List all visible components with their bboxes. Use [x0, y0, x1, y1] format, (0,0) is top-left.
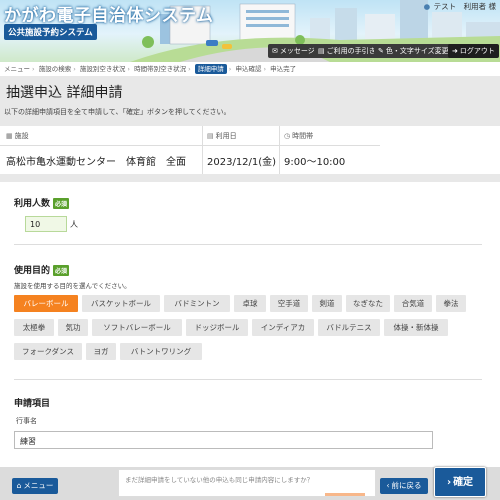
logout-button[interactable]: ➜ ログアウト — [448, 44, 499, 58]
event-name-label: 行事名 — [16, 417, 37, 425]
time-value: 9:00～10:00 — [284, 157, 346, 168]
paint-icon: ✎ — [378, 47, 384, 55]
purpose-option[interactable]: ヨガ — [86, 343, 116, 360]
purpose-option[interactable]: 太極拳 — [14, 319, 54, 336]
user-info: ● テスト 利用者 様 — [424, 1, 496, 12]
purpose-option[interactable]: インディアカ — [252, 319, 314, 336]
purpose-option[interactable]: 拳法 — [436, 295, 466, 312]
clock-icon: ◷ — [284, 132, 291, 140]
building-icon: ▦ — [6, 132, 13, 140]
purpose-option[interactable]: ソフトバレーボール — [92, 319, 182, 336]
color-size-button[interactable]: ✎ 色・文字サイズ変更 — [374, 44, 453, 58]
breadcrumb-item: 申込確認 — [235, 65, 262, 73]
event-name-input[interactable]: 練習 — [14, 431, 433, 449]
purpose-option[interactable]: バドルテニス — [318, 319, 380, 336]
home-icon: ⌂ — [16, 481, 22, 490]
breadcrumb-item: 施設の検索 — [38, 65, 72, 73]
facility-label: 施設 — [14, 132, 29, 140]
breadcrumb-item: 申込完了 — [270, 65, 297, 73]
purpose-option[interactable]: 合気道 — [394, 295, 432, 312]
page-instruction: 以下の詳細申請項目を全て申請して、「確定」ボタンを押してください。 — [4, 108, 231, 116]
purpose-option[interactable]: フォークダンス — [14, 343, 82, 360]
people-count-input[interactable]: 10 — [25, 216, 67, 232]
facility-value: 高松市亀水運動センター 体育館 全面 — [6, 157, 186, 168]
chevron-left-icon: ‹ — [386, 481, 390, 490]
user-icon: ● — [423, 2, 431, 11]
purpose-section-title: 使用目的 必須 — [14, 265, 70, 276]
breadcrumb-item: 施設別空き状況 — [79, 65, 126, 73]
count-unit: 人 — [70, 220, 78, 229]
breadcrumb: メニュー › 施設の検索 › 施設別空き状況 › 時間帯別空き状況 › 詳細申請 › 申込… — [0, 62, 500, 76]
date-value: 2023/12/1(金) — [207, 157, 277, 168]
facility-summary: ▦ 施設 高松市亀水運動センター 体育館 全面 ▤ 利用日 2023/12/1(金)… — [0, 126, 500, 174]
guide-icon: ▤ — [318, 47, 325, 55]
logout-icon: ➜ — [452, 47, 458, 55]
purpose-option[interactable]: 体操・新体操 — [384, 319, 448, 336]
divider — [14, 379, 482, 380]
breadcrumb-item: 時間帯別空き状況 — [134, 65, 187, 73]
confirm-button[interactable]: › 確定 — [434, 467, 486, 497]
purpose-option[interactable]: バトントワリング — [120, 343, 202, 360]
purpose-option[interactable]: ドッジボール — [186, 319, 248, 336]
purpose-option[interactable]: なぎなた — [346, 295, 390, 312]
purpose-option[interactable]: バスケットボール — [82, 295, 160, 312]
menu-button[interactable]: ⌂ メニュー — [12, 478, 58, 494]
page-title: 抽選申込 詳細申請 — [6, 85, 123, 101]
purpose-option[interactable]: 剣道 — [312, 295, 342, 312]
count-section-title: 利用人数 必須 — [14, 198, 70, 209]
apply-to-others-text: まだ詳細申請をしていない他の申込も同じ申請内容にしますか？ — [125, 476, 314, 484]
purpose-option[interactable]: 卓球 — [234, 295, 266, 312]
purpose-option-selected[interactable]: バレーボール — [14, 295, 78, 312]
user-name: テスト 利用者 様 — [433, 2, 496, 11]
calendar-icon: ▤ — [207, 132, 214, 140]
time-column: ◷ 時間帯 9:00～10:00 — [279, 126, 369, 174]
facility-column: ▦ 施設 高松市亀水運動センター 体育館 全面 — [2, 126, 200, 174]
application-section-title: 申請項目 — [14, 399, 51, 409]
required-badge: 必須 — [53, 198, 70, 209]
purpose-option[interactable]: バドミントン — [164, 295, 230, 312]
purpose-hint: 施設を使用する目的を選んでください。 — [14, 282, 131, 290]
time-label: 時間帯 — [292, 132, 314, 140]
message-icon: ✉ — [272, 47, 278, 55]
prompt-button-edge[interactable] — [325, 493, 365, 496]
breadcrumb-current: 詳細申請 — [194, 64, 227, 74]
chevron-right-icon: › — [446, 477, 452, 488]
app-subtitle: 公共施設予約システム — [4, 24, 97, 40]
app-header: かがわ電子自治体システム 公共施設予約システム ● テスト 利用者 様 ✉ メッセ… — [0, 0, 500, 62]
date-label: 利用日 — [215, 132, 237, 140]
required-badge: 必須 — [53, 265, 70, 276]
apply-to-others-prompt: まだ詳細申請をしていない他の申込も同じ申請内容にしますか？ — [118, 469, 376, 497]
message-button[interactable]: ✉ メッセージ — [268, 44, 319, 58]
date-column: ▤ 利用日 2023/12/1(金) — [202, 126, 276, 174]
purpose-option[interactable]: 空手道 — [270, 295, 308, 312]
back-button[interactable]: ‹ 前に戻る — [380, 478, 428, 494]
breadcrumb-item: メニュー — [4, 65, 30, 73]
detail-form: 利用人数 必須 10 人 使用目的 必須 施設を使用する目的を選んでください。 バレ… — [0, 182, 500, 467]
divider — [14, 244, 482, 245]
app-title: かがわ電子自治体システム — [4, 6, 214, 26]
purpose-option[interactable]: 気功 — [58, 319, 88, 336]
guide-button[interactable]: ▤ ご利用の手引き — [314, 44, 380, 58]
